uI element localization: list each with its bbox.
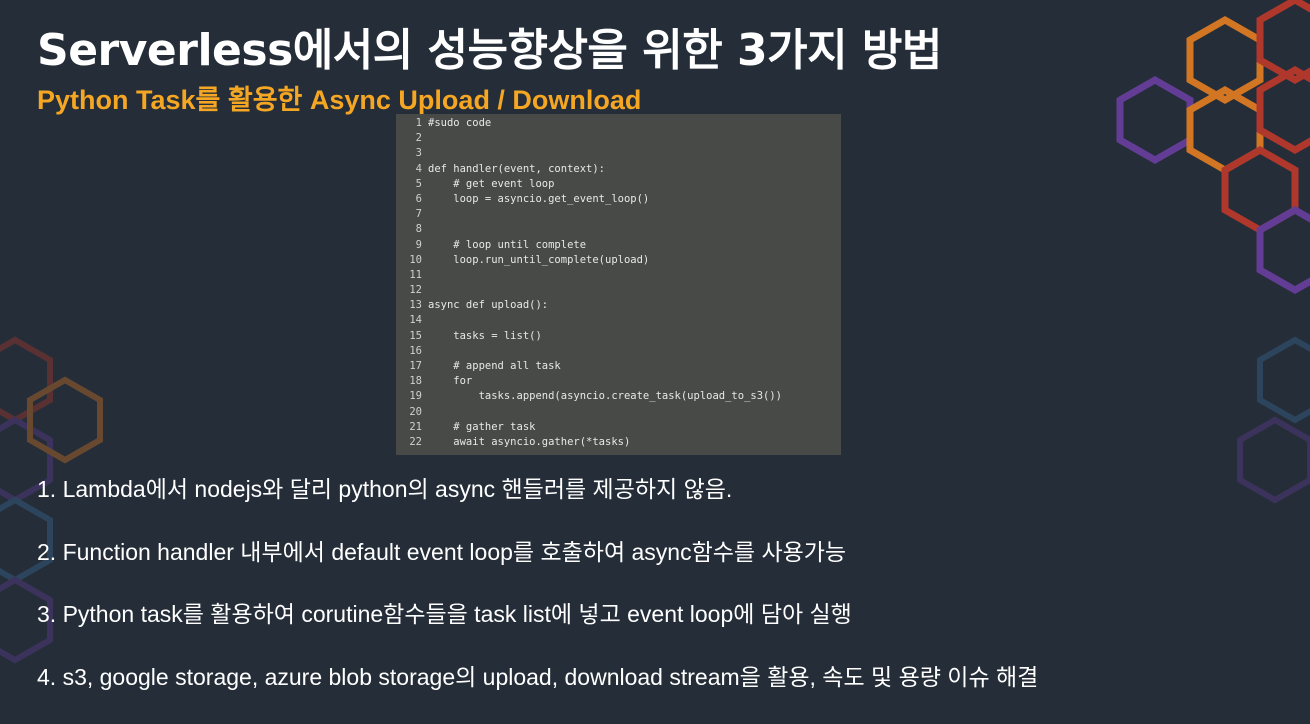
code-line: 20 bbox=[396, 405, 841, 420]
code-text: loop = asyncio.get_event_loop() bbox=[428, 192, 650, 205]
slide-title: Serverless에서의 성능향상을 위한 3가지 방법 bbox=[37, 25, 942, 76]
line-number: 4 bbox=[415, 162, 422, 175]
code-line: 16 bbox=[396, 344, 841, 359]
code-text: #sudo code bbox=[428, 117, 492, 129]
code-line: 14 bbox=[396, 313, 841, 328]
bullet-point-2: 2. Function handler 내부에서 default event l… bbox=[37, 538, 847, 565]
code-line: 7 bbox=[396, 207, 841, 222]
code-line: 15 tasks = list() bbox=[396, 329, 841, 344]
code-line: 3 bbox=[396, 146, 841, 161]
code-line: 13 async def upload(): bbox=[396, 298, 841, 313]
code-line: 9 # loop until complete bbox=[396, 238, 841, 253]
code-line: 2 bbox=[396, 131, 841, 146]
code-line: 12 bbox=[396, 283, 841, 298]
code-line: 17 # append all task bbox=[396, 359, 841, 374]
line-number: 13 bbox=[409, 299, 422, 312]
line-number: 3 bbox=[415, 147, 422, 160]
line-number: 5 bbox=[415, 177, 422, 190]
line-number: 7 bbox=[415, 208, 422, 221]
code-line: 21 # gather task bbox=[396, 420, 841, 435]
bullet-list: 1. Lambda에서 nodejs와 달리 python의 async 핸들러… bbox=[37, 470, 1038, 720]
bullet-point-1: 1. Lambda에서 nodejs와 달리 python의 async 핸들러… bbox=[37, 476, 733, 502]
line-number: 21 bbox=[409, 420, 422, 433]
code-line: 5 # get event loop bbox=[396, 177, 841, 192]
code-line: 10 loop.run_until_complete(upload) bbox=[396, 253, 841, 268]
code-text: await asyncio.gather(*tasks) bbox=[428, 435, 631, 448]
line-number: 8 bbox=[415, 223, 422, 236]
line-number: 17 bbox=[409, 360, 422, 372]
code-line: 22 await asyncio.gather(*tasks) bbox=[396, 435, 841, 450]
line-number: 15 bbox=[409, 329, 422, 342]
slide-subtitle: Python Task를 활용한 Async Upload / Download bbox=[37, 85, 642, 115]
line-number: 18 bbox=[409, 375, 422, 388]
code-text: for bbox=[428, 375, 473, 388]
code-text: # gather task bbox=[428, 420, 536, 433]
bullet-point-4: 4. s3, google storage, azure blob storag… bbox=[37, 663, 1039, 690]
code-line: 11 bbox=[396, 268, 841, 283]
line-number: 19 bbox=[409, 390, 422, 403]
code-line: 18 for bbox=[396, 374, 841, 389]
line-number: 22 bbox=[409, 435, 422, 448]
code-text: # get event loop bbox=[428, 177, 555, 190]
line-number: 1 bbox=[415, 117, 422, 129]
code-text: tasks = list() bbox=[428, 329, 542, 342]
line-number: 12 bbox=[409, 284, 422, 297]
code-line: 1 #sudo code bbox=[396, 116, 841, 131]
code-text: def handler(event, context): bbox=[428, 162, 606, 175]
line-number: 10 bbox=[409, 253, 422, 266]
line-number: 20 bbox=[409, 405, 422, 418]
code-text: tasks.append(asyncio.create_task(upload_… bbox=[428, 390, 783, 403]
line-number: 9 bbox=[415, 238, 422, 251]
code-text: async def upload(): bbox=[428, 299, 549, 312]
code-line: 19 tasks.append(asyncio.create_task(uplo… bbox=[396, 389, 841, 404]
code-line: 4 def handler(event, context): bbox=[396, 162, 841, 177]
line-number: 16 bbox=[409, 344, 422, 357]
code-line: 8 bbox=[396, 222, 841, 237]
code-snippet: 1 #sudo code 2 3 4 def handler(event, context… bbox=[396, 114, 841, 455]
code-line: 6 loop = asyncio.get_event_loop() bbox=[396, 192, 841, 207]
bullet-point-3: 3. Python task를 활용하여 corutine함수들을 task l… bbox=[37, 601, 852, 627]
code-text: # loop until complete bbox=[428, 238, 587, 251]
code-text: # append all task bbox=[428, 360, 561, 372]
line-number: 14 bbox=[409, 314, 422, 327]
line-number: 6 bbox=[415, 192, 422, 205]
line-number: 11 bbox=[409, 268, 422, 281]
code-text: loop.run_until_complete(upload) bbox=[428, 253, 650, 266]
line-number: 2 bbox=[415, 132, 422, 145]
